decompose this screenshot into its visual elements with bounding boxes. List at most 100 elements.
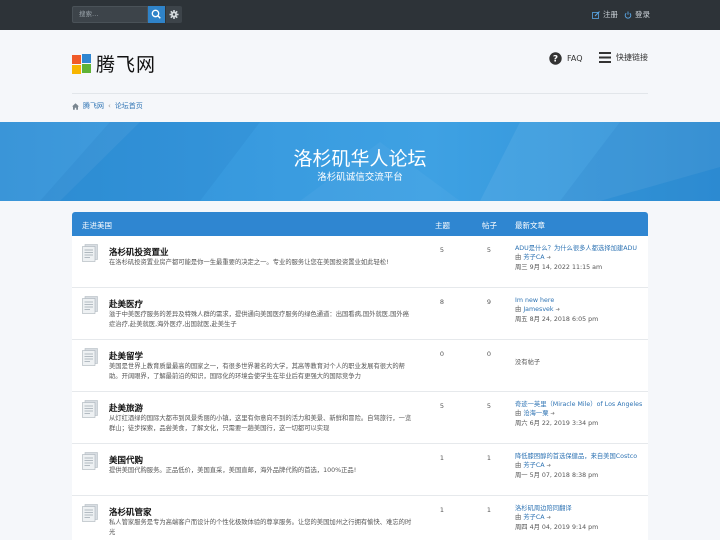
last-post-author: 由 芳子CA ➜ [515,514,551,521]
last-post-title[interactable]: Im new here [515,296,645,305]
banner-title: 洛杉矶华人论坛 [293,148,427,170]
last-post-author: 由 芳子CA ➜ [515,254,551,261]
forum-description: 美国是世界上教育质量最高的国家之一，有很多世界著名的大学，其高等教育对个人的职业… [109,363,405,380]
post-count: 5 [486,246,492,254]
advanced-search-button[interactable] [166,6,182,23]
forum-row: 美国代购 提供美国代购服务。正品低价，美国直采，美国直邮，海外品牌代购的首选，1… [72,444,648,496]
forum-description: 私人管家服务是专为高端客户而设计的个性化极致体验的尊享服务。让您的美国加州之行拥… [109,519,412,536]
last-post: 降低膝困醇的首选保健品，来自美国Costco 由 芳子CA ➜ 周一 5月 07… [515,452,645,480]
post-count: 9 [486,298,492,306]
banner-subtitle: 洛杉矶诚信交流平台 [317,172,403,183]
col-posts: 帖子 [482,221,497,230]
forum-description: 提供美国代购服务。正品低价，美国直采，美国直邮，海外品牌代购的首选，100%正品… [109,467,357,474]
topic-count: 5 [439,246,445,254]
category-title[interactable]: 走进美国 [82,220,112,231]
forum-read-icon [82,400,98,418]
breadcrumb-index[interactable]: 论坛首页 [115,101,143,111]
forum-header: 走进美国 主题 帖子 最新文章 [72,212,648,236]
forum-row: 洛杉矶投资置业 在洛杉矶投资置业房产都可能是你一生最重要的决定之一。专业的服务让… [72,236,648,288]
register-label: 注册 [603,10,618,19]
home-icon [72,102,79,110]
go-to-post-icon[interactable]: ➜ [545,255,551,261]
forum-title[interactable]: 洛杉矶管家 [109,506,152,518]
breadcrumb: 腾飞网 ‹ 论坛首页 [72,101,143,111]
breadcrumb-home[interactable]: 腾飞网 [83,101,104,111]
forum-title[interactable]: 美国代购 [109,454,143,466]
last-post-author: 由 Jamesvek ➜ [515,306,560,313]
last-post-date: 周三 9月 14, 2022 11:15 am [515,264,603,271]
last-post-title[interactable]: 洛杉矶周边陪同翻译 [515,504,645,513]
last-post-title[interactable]: 奇迹一英里（Miracle Mile）of Los Angeles [515,400,645,409]
go-to-post-icon[interactable]: ➜ [554,307,560,313]
last-post: 没有帖子 [515,348,645,367]
login-label: 登录 [635,10,650,19]
site-header: 腾飞网 ? FAQ 快捷链接 腾飞网 ‹ 论坛首页 [0,30,720,122]
topic-count: 5 [439,402,445,410]
search-button[interactable] [148,6,165,23]
col-last-post: 最新文章 [515,221,545,230]
forum-read-icon [82,296,98,314]
forum-title[interactable]: 赴美留学 [109,350,143,362]
last-post: Im new here 由 Jamesvek ➜ 周五 8月 24, 2018 … [515,296,645,324]
power-icon [624,11,632,19]
forum-description: 在洛杉矶投资置业房产都可能是你一生最重要的决定之一。专业的服务让您在美国投资置业… [109,259,389,266]
last-post-date: 周六 6月 22, 2019 3:34 pm [515,420,599,427]
post-count: 1 [486,506,492,514]
forum-row: 赴美留学 美国是世界上教育质量最高的国家之一，有很多世界著名的大学，其高等教育对… [72,340,648,392]
hamburger-icon [599,52,611,63]
forum-read-icon [82,348,98,366]
register-link[interactable]: 注册 [592,9,618,20]
forum-read-icon [82,452,98,470]
forum-title[interactable]: 洛杉矶投资置业 [109,246,169,258]
top-bar: 搜索… 注册 登录 [0,0,720,30]
svg-text:?: ? [553,55,558,65]
edit-icon [592,10,600,19]
search-icon [151,9,161,19]
forum-title[interactable]: 赴美旅游 [109,402,143,414]
post-count: 0 [486,350,492,358]
last-post-user[interactable]: 沧海一粟 [523,410,548,417]
topic-count: 1 [439,454,445,462]
last-post-user[interactable]: Jamesvek [523,306,553,313]
forum-description: 从灯红酒绿的国际大都市到风景秀丽的小镇，这里有你意向不到的活力和美景、新鲜和冒险… [109,415,412,432]
last-post-author: 由 芳子CA ➜ [515,462,551,469]
logo-mark-icon [72,53,91,74]
forum-read-icon [82,504,98,522]
go-to-post-icon[interactable]: ➜ [545,463,551,469]
last-post-title[interactable]: 降低膝困醇的首选保健品，来自美国Costco [515,452,645,461]
forum-category: 走进美国 主题 帖子 最新文章 洛杉矶投资置业 在洛杉矶投资置业房产都可能是你一… [72,212,648,540]
forum-row: 洛杉矶管家 私人管家服务是专为高端客户而设计的个性化极致体验的尊享服务。让您的美… [72,496,648,540]
post-count: 5 [486,402,492,410]
last-post-user[interactable]: 芳子CA [523,514,544,521]
gear-icon [169,10,179,19]
last-post-user[interactable]: 芳子CA [523,462,544,469]
last-post-date: 周四 4月 04, 2019 9:14 pm [515,524,599,531]
forum-title[interactable]: 赴美医疗 [109,298,143,310]
last-post-user[interactable]: 芳子CA [523,254,544,261]
search-input[interactable]: 搜索… [72,6,148,23]
topic-count: 8 [439,298,445,306]
quick-links-menu[interactable]: 快捷链接 [599,52,648,63]
last-post-date: 周五 8月 24, 2018 6:05 pm [515,316,599,323]
forum-row: 赴美医疗 滋于中美医疗服务的差异及特殊人群的需求，提供通向美国医疗服务的绿色通道… [72,288,648,340]
last-post-date: 周一 5月 07, 2018 8:38 pm [515,472,599,479]
go-to-post-icon[interactable]: ➜ [545,515,551,521]
forum-description: 滋于中美医疗服务的差异及特殊人群的需求，提供通向美国医疗服务的绿色通道：出国看病… [109,311,409,328]
question-circle-icon: ? [549,52,562,65]
last-post-title[interactable]: 没有帖子 [515,358,645,367]
site-logo[interactable]: 腾飞网 [72,50,156,77]
forum-row: 赴美旅游 从灯红酒绿的国际大都市到风景秀丽的小镇，这里有你意向不到的活力和美景、… [72,392,648,444]
faq-link[interactable]: ? FAQ [549,52,583,65]
col-topics: 主题 [435,221,450,230]
faq-label: FAQ [567,54,583,63]
last-post-author: 由 沧海一粟 ➜ [515,410,555,417]
quick-links-label: 快捷链接 [616,53,648,62]
topic-count: 0 [439,350,445,358]
forum-read-icon [82,244,98,262]
last-post-title[interactable]: ADU是什么？为什么很多人都选择加建ADU [515,244,645,253]
topic-count: 1 [439,506,445,514]
post-count: 1 [486,454,492,462]
go-to-post-icon[interactable]: ➜ [549,411,555,417]
site-name: 腾飞网 [96,54,157,76]
login-link[interactable]: 登录 [624,9,650,20]
